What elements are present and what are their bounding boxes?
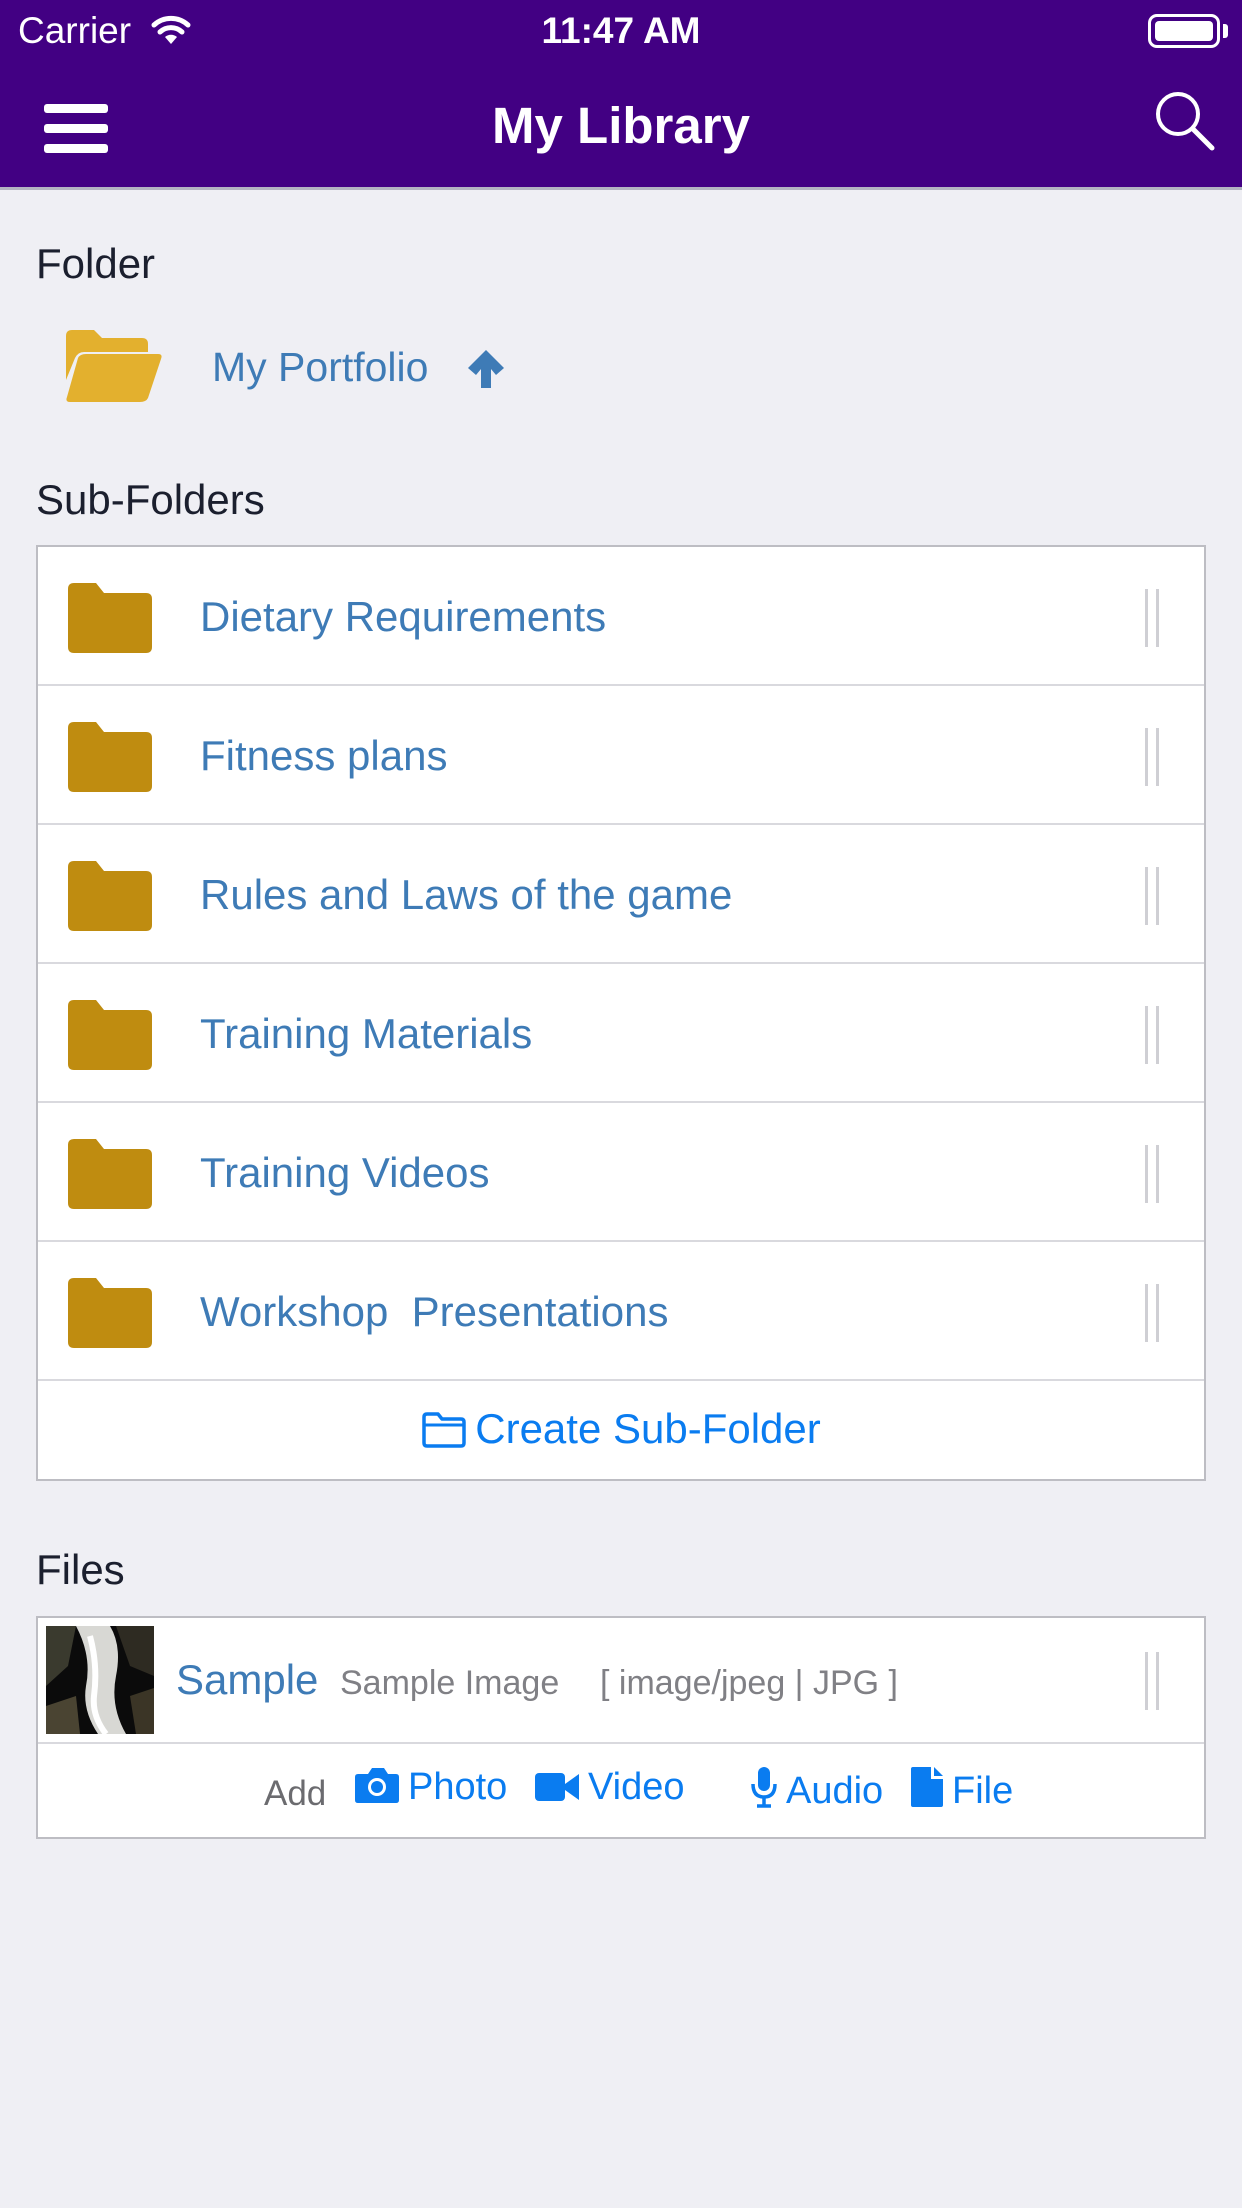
drag-handle[interactable] [1145, 1652, 1159, 1710]
subfolder-label: Training Videos [200, 1149, 490, 1196]
add-media-row: Add Photo Video Audio File [38, 1744, 1204, 1837]
file-description: Sample Image [340, 1664, 560, 1702]
microphone-icon [751, 1767, 777, 1808]
arrow-up-icon[interactable] [466, 348, 506, 390]
page-title: My Library [492, 97, 750, 154]
add-file-button[interactable]: File [910, 1766, 1013, 1813]
video-camera-icon [535, 1773, 579, 1801]
current-folder-row[interactable]: My Portfolio [64, 328, 664, 408]
subfolder-label: Training Materials [200, 1010, 533, 1057]
subfolder-label: Rules and Laws of the game [200, 871, 733, 918]
folder-section-label: Folder [36, 240, 156, 287]
drag-handle[interactable] [1145, 1145, 1159, 1203]
create-subfolder-label: Create Sub-Folder [475, 1405, 821, 1452]
create-subfolder-content: Create Sub-Folder [38, 1405, 1204, 1453]
drag-handle[interactable] [1145, 867, 1159, 925]
search-icon[interactable] [1152, 88, 1218, 154]
subfolder-label: Dietary Requirements [200, 593, 607, 640]
folder-icon [68, 861, 152, 931]
file-thumbnail [46, 1626, 154, 1734]
drag-handle[interactable] [1145, 728, 1159, 786]
folder-icon [68, 583, 152, 653]
add-photo-label: Photo [408, 1766, 508, 1808]
add-photo-button[interactable]: Photo [354, 1766, 507, 1809]
drag-handle[interactable] [1145, 589, 1159, 647]
folder-open-icon [66, 330, 162, 402]
files-section-label: Files [36, 1546, 125, 1593]
file-type: [ image/jpeg | JPG ] [600, 1664, 898, 1702]
folder-icon [68, 1139, 152, 1209]
status-time: 11:47 AM [541, 10, 701, 51]
waterfall-thumbnail-image [46, 1626, 154, 1734]
add-audio-label: Audio [786, 1770, 884, 1812]
drag-handle[interactable] [1145, 1006, 1159, 1064]
folder-icon [68, 1000, 152, 1070]
add-video-button[interactable]: Video [534, 1766, 685, 1809]
add-audio-button[interactable]: Audio [750, 1766, 883, 1813]
navigation-bar: Carrier 11:47 AM My Library [0, 0, 1242, 190]
battery-tip [1223, 24, 1228, 38]
file-name: Sample [176, 1656, 319, 1703]
file-item[interactable]: Sample Sample Image [ image/jpeg | JPG ] [38, 1618, 1204, 1744]
current-folder-name: My Portfolio [212, 344, 429, 390]
subfolder-label: Workshop Presentations [200, 1288, 669, 1335]
battery-icon [1148, 14, 1220, 48]
subfolder-item[interactable]: Rules and Laws of the game [38, 825, 1204, 964]
subfolders-section-label: Sub-Folders [36, 476, 265, 523]
add-video-label: Video [588, 1766, 685, 1808]
files-list: Sample Sample Image [ image/jpeg | JPG ]… [36, 1616, 1206, 1839]
folder-outline-icon [422, 1412, 466, 1448]
add-label: Add [264, 1774, 327, 1813]
drag-handle[interactable] [1145, 1284, 1159, 1342]
subfolder-item[interactable]: Fitness plans [38, 686, 1204, 825]
subfolder-item[interactable]: Training Videos [38, 1103, 1204, 1242]
folder-icon [68, 1278, 152, 1348]
subfolders-list: Dietary Requirements Fitness plans Rules… [36, 545, 1206, 1481]
folder-icon [68, 722, 152, 792]
create-subfolder-button[interactable]: Create Sub-Folder [38, 1381, 1204, 1479]
subfolder-item[interactable]: Training Materials [38, 964, 1204, 1103]
camera-icon [355, 1768, 399, 1803]
file-icon [911, 1767, 943, 1807]
add-file-label: File [952, 1770, 1014, 1812]
subfolder-item[interactable]: Workshop Presentations [38, 1242, 1204, 1381]
subfolder-item[interactable]: Dietary Requirements [38, 547, 1204, 686]
subfolder-label: Fitness plans [200, 732, 448, 779]
